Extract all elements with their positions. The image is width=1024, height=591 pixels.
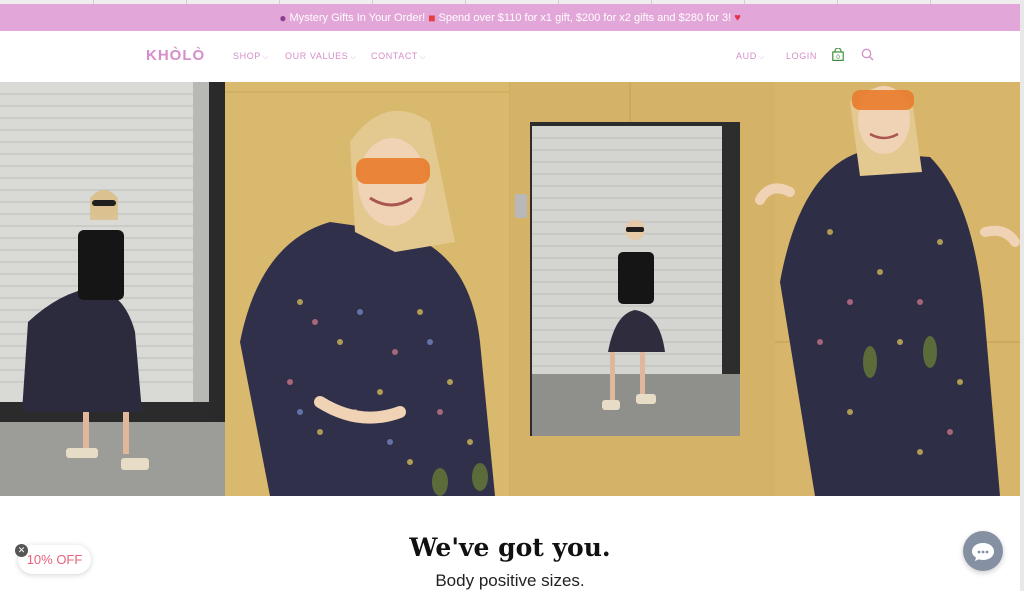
cart-icon[interactable]: 0	[832, 48, 844, 61]
search-icon[interactable]	[861, 48, 874, 61]
hero-panel-full-length	[510, 82, 775, 496]
discount-popup-button[interactable]: 10% OFF	[18, 545, 91, 574]
site-logo[interactable]: KHÒLÒ	[146, 47, 205, 64]
chevron-down-icon: ⌵	[262, 54, 269, 61]
nav-our-values-label: OUR VALUES	[285, 51, 349, 61]
hero-panel-black-tee	[0, 82, 225, 496]
hero-panel-floral-dress	[755, 82, 1020, 496]
section-subheadline: Body positive sizes.	[435, 571, 585, 590]
chevron-down-icon: ⌵	[420, 54, 426, 61]
cart-count: 0	[836, 54, 840, 61]
currency-label: AUD	[736, 51, 757, 61]
heart-icon: ♥	[734, 11, 741, 24]
hero-image[interactable]	[0, 82, 1020, 496]
section-headline: We've got you.	[409, 533, 611, 562]
page-scrollbar[interactable]	[1020, 0, 1024, 591]
close-icon[interactable]: ✕	[15, 544, 28, 557]
nav-contact-label: CONTACT	[371, 51, 419, 61]
gift-icon: ■	[428, 10, 436, 25]
hero-panel-orange-sunglasses	[225, 82, 530, 496]
announcement-text-end: Spend over $110 for x1 gift, $200 for x2…	[438, 11, 732, 24]
chevron-down-icon: ⌵	[758, 54, 765, 61]
chevron-down-icon: ⌵	[350, 54, 357, 61]
chat-bubble-icon	[972, 543, 994, 561]
site-header: KHÒLÒ SHOP ⌵ OUR VALUES ⌵ CONTACT ⌵ AUD ⌵ LO…	[0, 31, 1020, 82]
currency-selector[interactable]: AUD ⌵	[736, 51, 765, 62]
nav-shop-label: SHOP	[233, 51, 261, 61]
nav-contact[interactable]: CONTACT ⌵	[371, 51, 426, 62]
nav-shop[interactable]: SHOP ⌵	[233, 51, 269, 62]
nav-our-values[interactable]: OUR VALUES ⌵	[285, 51, 356, 62]
announcement-bar[interactable]: ● Mystery Gifts In Your Order! ■ Spend o…	[0, 4, 1020, 31]
crystal-ball-icon: ●	[279, 10, 287, 25]
login-link[interactable]: LOGIN	[786, 51, 817, 61]
announcement-text-start: Mystery Gifts In Your Order!	[289, 11, 426, 24]
chat-button[interactable]	[963, 531, 1003, 571]
